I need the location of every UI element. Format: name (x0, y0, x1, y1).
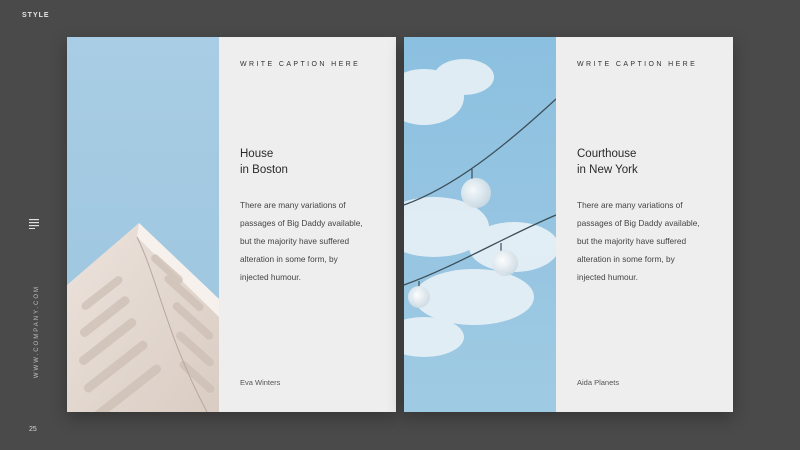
card-text: WRITE CAPTION HERE House in Boston There… (240, 37, 382, 412)
body-line: injected humour. (240, 272, 301, 282)
menu-lines-icon[interactable] (29, 219, 39, 229)
string-lights-photo (404, 37, 556, 412)
card-title: House in Boston (240, 146, 288, 178)
author-name: Eva Winters (240, 378, 281, 387)
card-courthouse-newyork: WRITE CAPTION HERE Courthouse in New Yor… (404, 37, 733, 412)
body-line: but the majority have suffered (240, 236, 350, 246)
author-name: Aida Planets (577, 378, 620, 387)
website-url: WWW.COMPANY.COM (34, 285, 40, 379)
body-line: There are many variations of (240, 200, 346, 210)
building-photo (67, 37, 219, 412)
card-text: WRITE CAPTION HERE Courthouse in New Yor… (577, 37, 719, 412)
body-line: alteration in some form, by (240, 254, 338, 264)
body-line: but the majority have suffered (577, 236, 687, 246)
card-body: There are many variations of passages of… (577, 196, 717, 286)
title-line: Courthouse (577, 148, 637, 160)
body-line: injected humour. (577, 272, 638, 282)
body-line: passages of Big Daddy available, (577, 218, 700, 228)
body-line: alteration in some form, by (577, 254, 675, 264)
title-line: in Boston (240, 164, 288, 176)
card-body: There are many variations of passages of… (240, 196, 380, 286)
page-number: 25 (29, 426, 37, 433)
body-line: passages of Big Daddy available, (240, 218, 363, 228)
brand-label: STYLE (22, 12, 50, 19)
card-title: Courthouse in New York (577, 146, 638, 178)
card-house-boston: WRITE CAPTION HERE House in Boston There… (67, 37, 396, 412)
body-line: There are many variations of (577, 200, 683, 210)
caption-label: WRITE CAPTION HERE (577, 61, 698, 68)
title-line: House (240, 148, 274, 160)
caption-label: WRITE CAPTION HERE (240, 61, 361, 68)
title-line: in New York (577, 164, 638, 176)
